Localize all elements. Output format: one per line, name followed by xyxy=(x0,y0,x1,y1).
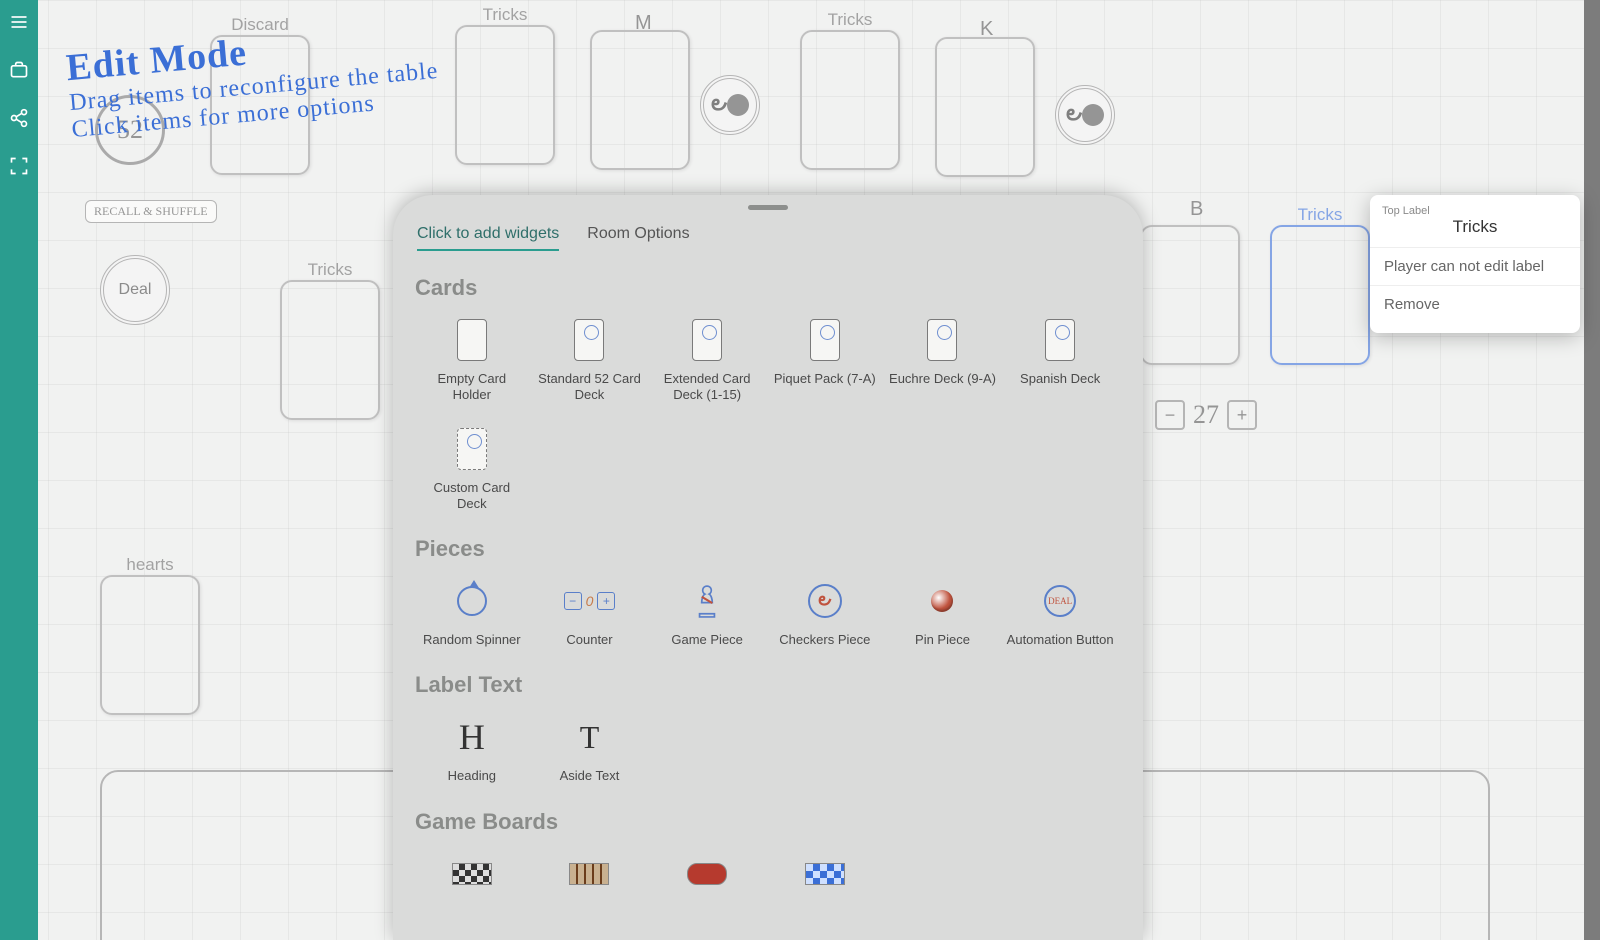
tab-widgets[interactable]: Click to add widgets xyxy=(417,225,559,251)
pawn-icon xyxy=(687,576,727,626)
tricks-label: Tricks xyxy=(282,260,378,280)
tricks-label: Tricks xyxy=(457,5,553,25)
panel-drag-handle[interactable] xyxy=(393,201,1143,213)
counter-plus[interactable]: + xyxy=(1227,400,1257,430)
menu-icon[interactable] xyxy=(7,10,31,34)
heading-icon: H xyxy=(452,712,492,762)
ctx-lock-option[interactable]: Player can not edit label xyxy=(1370,248,1580,285)
discard-holder[interactable]: Discard xyxy=(210,35,310,175)
counter-widget[interactable]: − 27 + xyxy=(1155,400,1257,430)
share-icon[interactable] xyxy=(7,106,31,130)
ctx-header: Top Label xyxy=(1370,203,1580,217)
automation-icon: DEAL xyxy=(1040,576,1080,626)
widget-euchre-deck[interactable]: Euchre Deck (9-A) xyxy=(886,309,1000,410)
label-context-popup: Top Label Tricks Player can not edit lab… xyxy=(1370,195,1580,333)
panel-body[interactable]: Cards Empty Card Holder Standard 52 Card… xyxy=(415,265,1133,940)
widget-extended-deck[interactable]: Extended Card Deck (1-15) xyxy=(650,309,764,410)
chess-board-icon xyxy=(452,849,492,899)
ctx-label-value[interactable]: Tricks xyxy=(1370,217,1580,248)
widget-pin-piece[interactable]: Pin Piece xyxy=(886,570,1000,654)
discard-label: Discard xyxy=(212,15,308,35)
deck-icon xyxy=(452,424,492,474)
player-holder-m[interactable] xyxy=(590,30,690,170)
counter-icon: −0+ xyxy=(569,576,609,626)
deck-icon xyxy=(569,315,609,365)
recall-shuffle-button[interactable]: RECALL & SHUFFLE xyxy=(85,200,217,223)
player-letter-m: M xyxy=(635,12,652,35)
deck-icon xyxy=(687,315,727,365)
widget-empty-card-holder[interactable]: Empty Card Holder xyxy=(415,309,529,410)
player-holder-b[interactable] xyxy=(1140,225,1240,365)
player-letter-k: K xyxy=(980,18,993,41)
left-tricks-holder[interactable]: Tricks xyxy=(280,280,380,420)
spinner-icon xyxy=(452,576,492,626)
coin-m[interactable]: ౿ xyxy=(700,75,760,135)
red-board-icon xyxy=(687,849,727,899)
widget-custom-deck[interactable]: Custom Card Deck xyxy=(415,418,529,519)
hearts-label: hearts xyxy=(102,555,198,575)
deck-icon xyxy=(805,315,845,365)
deck-52[interactable]: 52 xyxy=(95,95,165,165)
card-holder-icon xyxy=(452,315,492,365)
tricks-label: Tricks xyxy=(1272,205,1368,225)
ctx-remove-option[interactable]: Remove xyxy=(1370,285,1580,323)
coin-k[interactable]: ౿ xyxy=(1055,85,1115,145)
player-holder-k[interactable] xyxy=(935,37,1035,177)
widget-checkers-piece[interactable]: ౿ Checkers Piece xyxy=(768,570,882,654)
section-pieces-heading: Pieces xyxy=(415,536,1117,562)
widget-heading[interactable]: H Heading xyxy=(415,706,529,790)
blue-board-icon xyxy=(805,849,845,899)
checkers-icon: ౿ xyxy=(805,576,845,626)
widget-standard-52-deck[interactable]: Standard 52 Card Deck xyxy=(533,309,647,410)
widget-game-piece[interactable]: Game Piece xyxy=(650,570,764,654)
widget-automation-button[interactable]: DEAL Automation Button xyxy=(1003,570,1117,654)
player-letter-b: B xyxy=(1190,198,1203,221)
counter-value: 27 xyxy=(1193,400,1219,430)
widgets-panel: Click to add widgets Room Options Cards … xyxy=(393,195,1143,940)
deck-icon xyxy=(922,315,962,365)
widget-board-red[interactable] xyxy=(650,843,764,905)
deal-button[interactable]: Deal xyxy=(100,255,170,325)
widget-board-blue[interactable] xyxy=(768,843,882,905)
tricks-holder-m[interactable]: Tricks xyxy=(455,25,555,165)
widget-counter[interactable]: −0+ Counter xyxy=(533,570,647,654)
section-boards-heading: Game Boards xyxy=(415,809,1117,835)
section-cards-heading: Cards xyxy=(415,275,1117,301)
hearts-holder[interactable]: hearts xyxy=(100,575,200,715)
selected-tricks-holder[interactable]: Tricks xyxy=(1270,225,1370,365)
backgammon-board-icon xyxy=(569,849,609,899)
briefcase-icon[interactable] xyxy=(7,58,31,82)
tricks-label: Tricks xyxy=(802,10,898,30)
pin-icon xyxy=(922,576,962,626)
widget-piquet-pack[interactable]: Piquet Pack (7-A) xyxy=(768,309,882,410)
counter-minus[interactable]: − xyxy=(1155,400,1185,430)
widget-random-spinner[interactable]: Random Spinner xyxy=(415,570,529,654)
widget-aside-text[interactable]: T Aside Text xyxy=(533,706,647,790)
left-sidebar xyxy=(0,0,38,940)
widget-spanish-deck[interactable]: Spanish Deck xyxy=(1003,309,1117,410)
text-icon: T xyxy=(569,712,609,762)
tab-room-options[interactable]: Room Options xyxy=(587,225,689,251)
tricks-holder-k[interactable]: Tricks xyxy=(800,30,900,170)
widget-board-chess[interactable] xyxy=(415,843,529,905)
section-labels-heading: Label Text xyxy=(415,672,1117,698)
widget-board-backgammon[interactable] xyxy=(533,843,647,905)
deck-icon xyxy=(1040,315,1080,365)
fullscreen-icon[interactable] xyxy=(7,154,31,178)
